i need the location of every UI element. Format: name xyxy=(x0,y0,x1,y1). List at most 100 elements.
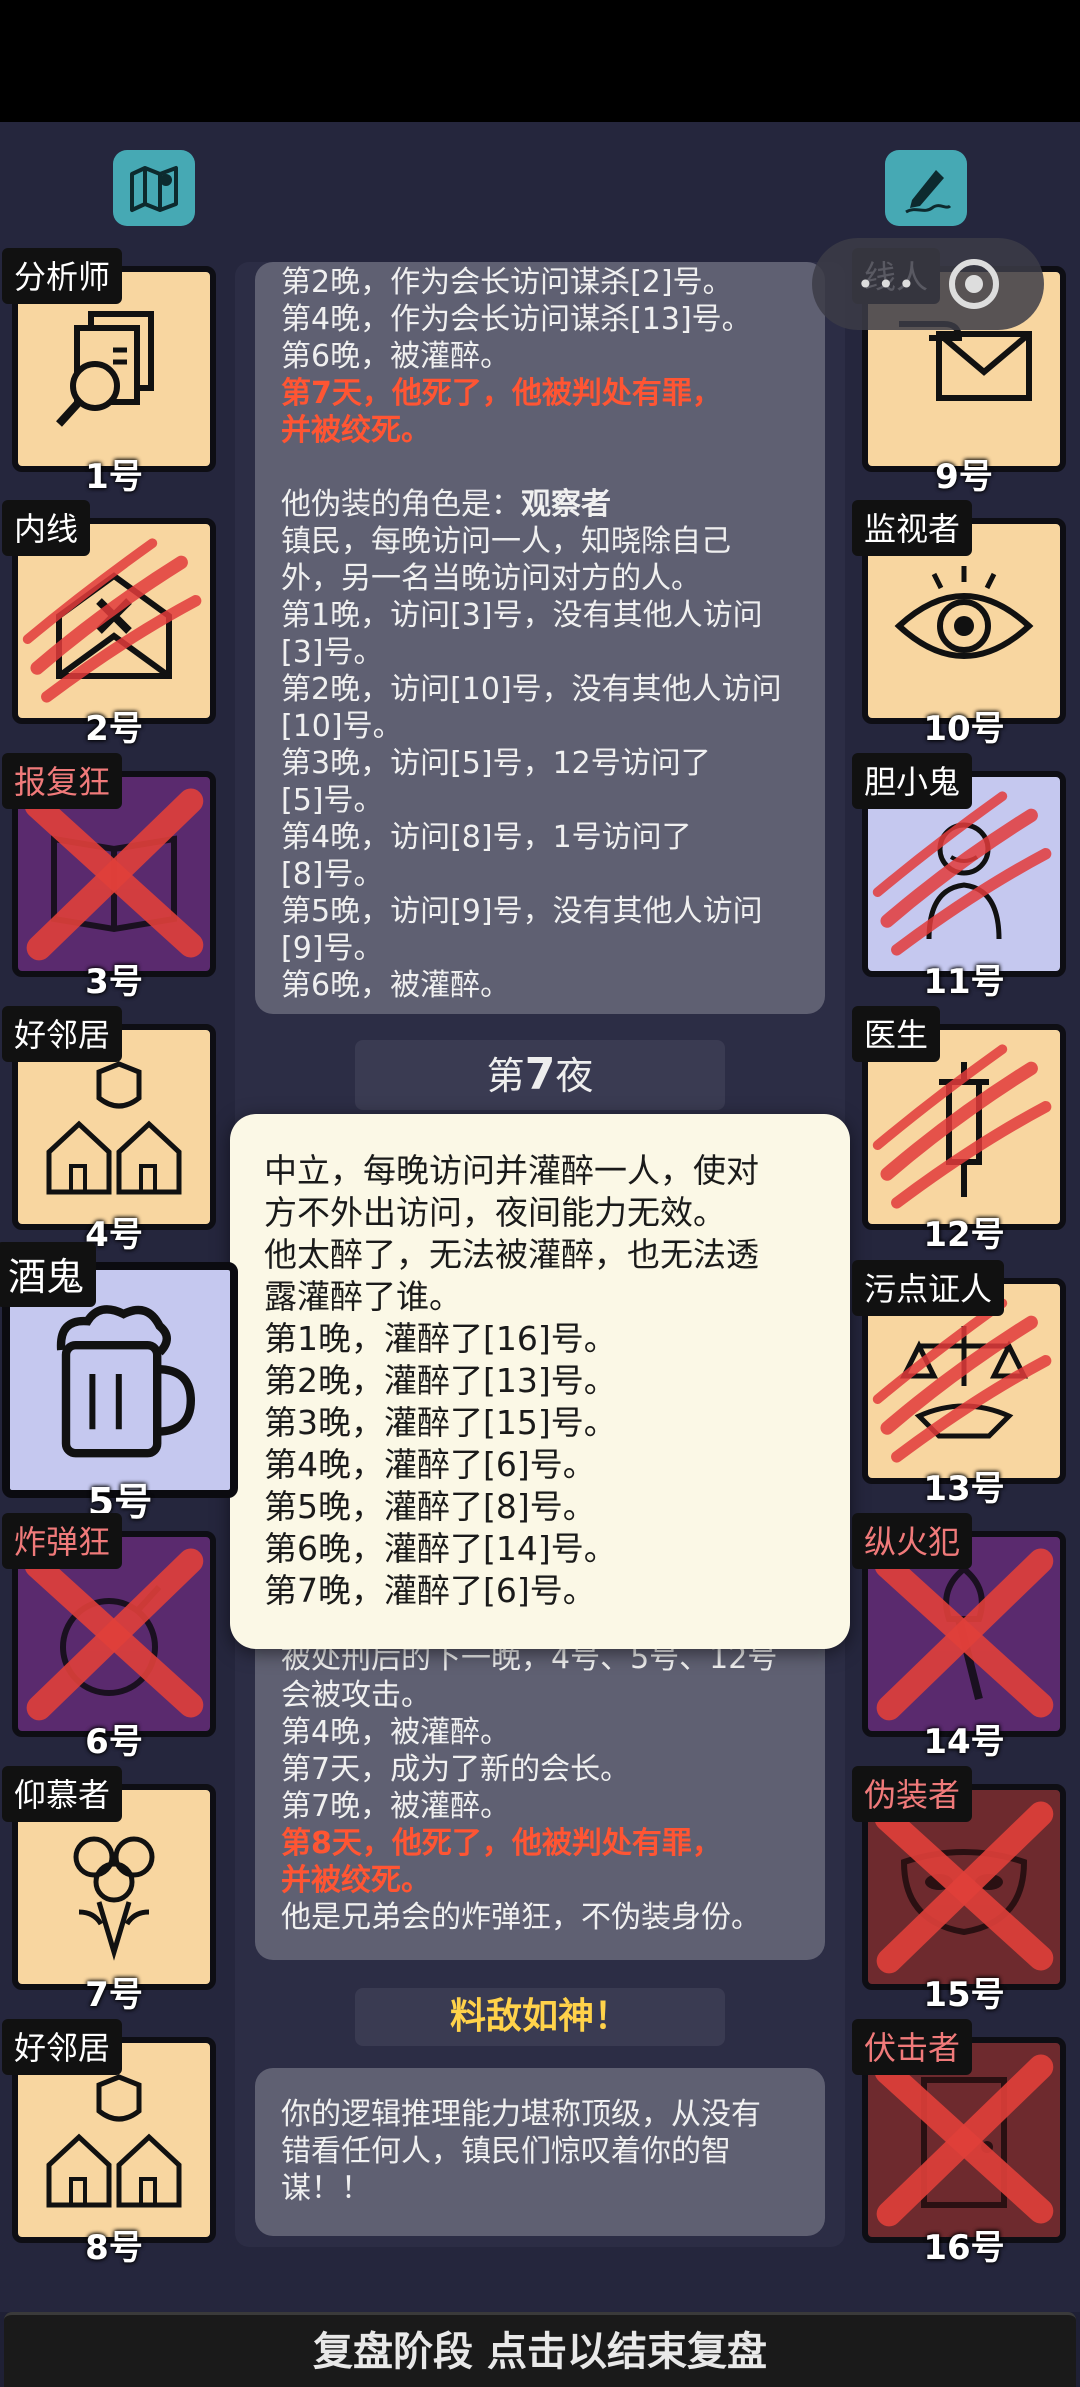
more-dots-icon[interactable]: ••• xyxy=(857,268,919,301)
player-card-5[interactable]: 酒鬼 5号 xyxy=(0,1242,238,1524)
map-icon xyxy=(130,166,178,212)
log-text: 第4晚，访问[8]号，1号访问了 xyxy=(281,820,692,855)
torch-icon xyxy=(943,1565,985,1700)
summary-line: 错看任何人，镇民们惊叹着你的智 xyxy=(281,2134,731,2169)
popup-line: 第4晚，灌醉了[6]号。 xyxy=(264,1445,596,1484)
player-card-1[interactable]: 分析师 1号 xyxy=(2,248,216,497)
log-line: 他伪装的角色是：观察者 xyxy=(281,486,799,523)
player-role-label: 好邻居 xyxy=(2,2019,123,2075)
player-card-14[interactable]: 纵火犯 14号 xyxy=(852,1513,1066,1762)
notes-edit-icon xyxy=(905,170,952,214)
player-role-label: 报复狂 xyxy=(2,753,123,809)
houses-shield-icon xyxy=(46,1061,182,1195)
log-text: 镇民，每晚访问一人，知晓除自己 xyxy=(281,524,731,559)
bomb-icon xyxy=(60,1584,162,1696)
mask-icon xyxy=(900,1849,1028,1936)
lower-log-panel: 被处刑后的下一晚，4号、5号、12号 会被攻击。 第4晚，被灌醉。 第7天，成为了新的… xyxy=(255,1628,825,1960)
log-line xyxy=(281,449,799,486)
book-icon xyxy=(51,835,177,933)
log-line: 第8天，他死了，他被判处有罪， xyxy=(281,1825,799,1862)
beer-mug-icon xyxy=(56,1305,196,1458)
summary-line: 你的逻辑推理能力堪称顶级，从没有 xyxy=(281,2097,761,2132)
notes-button[interactable] xyxy=(885,150,967,226)
player-card-8[interactable]: 好邻居 8号 xyxy=(2,2019,216,2268)
log-line: 会被攻击。 xyxy=(281,1677,799,1714)
summary-line: 谋！！ xyxy=(281,2171,371,2206)
envelope-x-icon xyxy=(56,572,172,679)
player-role-label: 胆小鬼 xyxy=(852,753,973,809)
log-text: 第7天，他死了，他被判处有罪， xyxy=(281,376,722,411)
log-line: [9]号。 xyxy=(281,930,799,967)
log-line: 第6晚，被灌醉。 xyxy=(281,967,799,1004)
player-card-16[interactable]: 伏击者 16号 xyxy=(852,2019,1066,2268)
log-text: [9]号。 xyxy=(281,931,384,966)
upper-log-panel: 第2晚，作为会长访问谋杀[2]号。 第4晚，作为会长访问谋杀[13]号。 第6晚，被… xyxy=(255,262,825,1014)
night-header: 第7夜 xyxy=(355,1040,725,1110)
night-number: 7 xyxy=(524,1049,556,1100)
player-card-4[interactable]: 好邻居 4号 xyxy=(2,1006,216,1255)
player-number: 14号 xyxy=(923,1722,1005,1762)
player-role-label: 内线 xyxy=(2,500,91,556)
syringe-icon xyxy=(939,1062,989,1197)
log-line: 外，另一名当晚访问对方的人。 xyxy=(281,560,799,597)
popup-line: 露灌醉了谁。 xyxy=(264,1277,462,1316)
log-line: 第4晚，被灌醉。 xyxy=(281,1714,799,1751)
map-button[interactable] xyxy=(113,150,195,226)
player-role-label: 伏击者 xyxy=(852,2019,973,2075)
log-line: 第2晚，作为会长访问谋杀[2]号。 xyxy=(281,264,799,301)
player-card-6[interactable]: 炸弹狂 6号 xyxy=(2,1513,216,1762)
log-line: 第2晚，访问[10]号，没有其他人访问 xyxy=(281,671,799,708)
role-detail-popup[interactable]: 中立，每晚访问并灌醉一人，使对 方不外出访问，夜间能力无效。 他太醉了，无法被灌醉，… xyxy=(230,1114,850,1649)
log-text: [10]号。 xyxy=(281,709,403,744)
player-card-15[interactable]: 伪装者 15号 xyxy=(852,1766,1066,2015)
summary-panel: 你的逻辑推理能力堪称顶级，从没有 错看任何人，镇民们惊叹着你的智 谋！！ xyxy=(255,2068,825,2236)
log-text: 第4晚，被灌醉。 xyxy=(281,1715,511,1750)
player-card-13[interactable]: 污点证人 13号 xyxy=(852,1260,1066,1509)
houses-shield-icon xyxy=(46,2074,182,2208)
log-text: 他是兄弟会的炸弹狂，不伪装身份。 xyxy=(281,1900,761,1935)
log-line: 第4晚，作为会长访问谋杀[13]号。 xyxy=(281,301,799,338)
player-role-label: 好邻居 xyxy=(2,1006,123,1062)
scales-handshake-icon xyxy=(899,1326,1029,1439)
player-card-12[interactable]: 医生 12号 xyxy=(852,1006,1066,1255)
popup-line: 第1晚，灌醉了[16]号。 xyxy=(264,1319,617,1358)
player-card-7[interactable]: 仰慕者 7号 xyxy=(2,1766,216,2015)
player-card-10[interactable]: 监视者 10号 xyxy=(852,500,1066,749)
log-text: 第4晚，作为会长访问谋杀[13]号。 xyxy=(281,302,752,337)
player-card-3[interactable]: 报复狂 3号 xyxy=(2,753,216,1002)
door-icon xyxy=(921,2077,1007,2208)
target-close-icon[interactable] xyxy=(948,259,999,309)
log-line: 第5晚，访问[9]号，没有其他人访问 xyxy=(281,893,799,930)
player-number: 7号 xyxy=(85,1975,143,2015)
log-line: [8]号。 xyxy=(281,856,799,893)
player-number: 15号 xyxy=(923,1975,1005,2015)
log-line: 镇民，每晚访问一人，知晓除自己 xyxy=(281,523,799,560)
player-role-label: 医生 xyxy=(852,1006,941,1062)
player-number: 12号 xyxy=(923,1215,1005,1255)
mini-program-capsule[interactable]: ••• xyxy=(812,238,1044,330)
end-review-button[interactable]: 复盘阶段 点击以结束复盘 xyxy=(4,2312,1076,2387)
log-line: 第7晚，被灌醉。 xyxy=(281,1788,799,1825)
popup-line: 第5晚，灌醉了[8]号。 xyxy=(264,1487,596,1526)
popup-line: 第7晚，灌醉了[6]号。 xyxy=(264,1571,596,1610)
player-card-11[interactable]: 胆小鬼 11号 xyxy=(852,753,1066,1002)
log-text: 第6晚，被灌醉。 xyxy=(281,968,511,1003)
log-text: 第7晚，被灌醉。 xyxy=(281,1789,511,1824)
log-line: 第7天，他死了，他被判处有罪， xyxy=(281,375,799,412)
log-text: 并被绞死。 xyxy=(281,1863,431,1898)
log-text: [8]号。 xyxy=(281,857,384,892)
player-card-2[interactable]: 内线 2号 xyxy=(2,500,216,749)
player-number: 16号 xyxy=(923,2228,1005,2268)
player-number: 1号 xyxy=(85,457,143,497)
player-role-label: 污点证人 xyxy=(852,1260,1005,1316)
log-text: 外，另一名当晚访问对方的人。 xyxy=(281,561,701,596)
player-number: 3号 xyxy=(85,962,143,1002)
player-role-label: 仰慕者 xyxy=(2,1766,123,1822)
praise-title: 料敌如神！ xyxy=(355,1988,725,2046)
log-line: 第3晚，访问[5]号，12号访问了 xyxy=(281,745,799,782)
log-text: [5]号。 xyxy=(281,783,384,818)
log-line: 并被绞死。 xyxy=(281,1862,799,1899)
log-text: [3]号。 xyxy=(281,635,384,670)
popup-line: 第2晚，灌醉了[13]号。 xyxy=(264,1361,617,1400)
